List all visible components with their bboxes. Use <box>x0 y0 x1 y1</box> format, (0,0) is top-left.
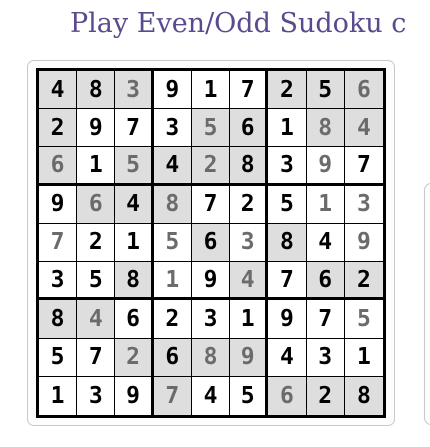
sudoku-cell-r6c1[interactable]: 3 <box>39 262 78 301</box>
sudoku-cell-r4c7[interactable]: 5 <box>268 185 307 224</box>
sudoku-cell-r9c2[interactable]: 3 <box>77 376 116 415</box>
sudoku-cell-r2c8[interactable]: 8 <box>306 109 345 148</box>
sudoku-cell-r2c3[interactable]: 7 <box>115 109 154 148</box>
sudoku-cell-r3c8[interactable]: 9 <box>306 147 345 186</box>
side-panel <box>424 183 430 425</box>
sudoku-cell-r3c4[interactable]: 4 <box>153 147 192 186</box>
sudoku-cell-r7c1[interactable]: 8 <box>39 300 78 339</box>
sudoku-cell-r9c7[interactable]: 6 <box>268 376 307 415</box>
sudoku-cell-r7c3[interactable]: 6 <box>115 300 154 339</box>
sudoku-cell-r9c3[interactable]: 9 <box>115 376 154 415</box>
sudoku-cell-r1c7[interactable]: 2 <box>268 71 307 110</box>
sudoku-cell-r2c1[interactable]: 2 <box>39 109 78 148</box>
sudoku-cell-r5c4[interactable]: 5 <box>153 223 192 263</box>
sudoku-cell-r6c6[interactable]: 4 <box>230 262 269 301</box>
sudoku-cell-r5c5[interactable]: 6 <box>191 223 231 263</box>
sudoku-cell-r5c6[interactable]: 3 <box>230 223 269 263</box>
sudoku-cell-r6c5[interactable]: 9 <box>191 262 231 301</box>
sudoku-cell-r8c5[interactable]: 8 <box>191 338 231 377</box>
sudoku-cell-r4c2[interactable]: 6 <box>77 185 116 224</box>
sudoku-cell-r3c7[interactable]: 3 <box>268 147 307 186</box>
sudoku-cell-r2c9[interactable]: 4 <box>344 109 383 148</box>
sudoku-cell-r2c2[interactable]: 9 <box>77 109 116 148</box>
sudoku-cell-r5c2[interactable]: 2 <box>77 223 116 263</box>
sudoku-cell-r7c4[interactable]: 2 <box>153 300 192 339</box>
sudoku-cell-r1c5[interactable]: 1 <box>191 71 231 110</box>
sudoku-cell-r7c5[interactable]: 3 <box>191 300 231 339</box>
sudoku-cell-r6c2[interactable]: 5 <box>77 262 116 301</box>
page-title: Play Even/Odd Sudoku c <box>70 8 407 39</box>
sudoku-cell-r6c7[interactable]: 7 <box>268 262 307 301</box>
sudoku-cell-r8c8[interactable]: 3 <box>306 338 345 377</box>
sudoku-cell-r1c3[interactable]: 3 <box>115 71 154 110</box>
sudoku-cell-r3c2[interactable]: 1 <box>77 147 116 186</box>
sudoku-cell-r6c4[interactable]: 1 <box>153 262 192 301</box>
sudoku-cell-r5c3[interactable]: 1 <box>115 223 154 263</box>
sudoku-cell-r8c9[interactable]: 1 <box>344 339 383 377</box>
sudoku-cell-r8c7[interactable]: 4 <box>268 338 307 377</box>
sudoku-cell-r2c6[interactable]: 6 <box>230 109 269 148</box>
sudoku-cell-r1c4[interactable]: 9 <box>153 71 192 110</box>
sudoku-cell-r3c3[interactable]: 5 <box>115 147 154 186</box>
sudoku-cell-r5c1[interactable]: 7 <box>39 223 78 263</box>
sudoku-cell-r9c9[interactable]: 8 <box>344 376 383 415</box>
sudoku-cell-r5c7[interactable]: 8 <box>268 223 307 263</box>
sudoku-cell-r4c3[interactable]: 4 <box>115 185 154 224</box>
sudoku-cell-r1c6[interactable]: 7 <box>230 71 269 110</box>
sudoku-cell-r1c8[interactable]: 5 <box>306 71 345 110</box>
sudoku-cell-r8c2[interactable]: 7 <box>77 338 116 377</box>
sudoku-cell-r4c8[interactable]: 1 <box>306 185 345 224</box>
sudoku-cell-r5c9[interactable]: 9 <box>344 224 383 263</box>
sudoku-cell-r4c1[interactable]: 9 <box>39 185 78 224</box>
sudoku-cell-r6c9[interactable]: 2 <box>344 262 383 301</box>
sudoku-cell-r8c4[interactable]: 6 <box>153 338 192 377</box>
sudoku-cell-r9c5[interactable]: 4 <box>192 376 231 415</box>
sudoku-cell-r3c6[interactable]: 8 <box>230 147 269 186</box>
sudoku-cell-r3c1[interactable]: 6 <box>39 147 78 186</box>
sudoku-cell-r4c5[interactable]: 7 <box>191 185 231 224</box>
sudoku-cell-r3c5[interactable]: 2 <box>191 147 231 186</box>
sudoku-cell-r6c8[interactable]: 6 <box>306 262 345 301</box>
sudoku-cell-r8c3[interactable]: 2 <box>115 338 154 377</box>
sudoku-cell-r2c5[interactable]: 5 <box>191 109 231 148</box>
sudoku-cell-r3c9[interactable]: 7 <box>344 147 383 186</box>
sudoku-cell-r2c7[interactable]: 1 <box>268 109 307 148</box>
sudoku-cell-r7c9[interactable]: 5 <box>344 300 383 339</box>
sudoku-cell-r8c1[interactable]: 5 <box>39 338 78 377</box>
sudoku-cell-r4c6[interactable]: 2 <box>230 185 269 224</box>
sudoku-cell-r7c7[interactable]: 9 <box>268 300 307 339</box>
sudoku-cell-r9c6[interactable]: 5 <box>230 376 269 415</box>
sudoku-cell-r2c4[interactable]: 3 <box>153 109 192 148</box>
sudoku-cell-r9c1[interactable]: 1 <box>39 376 78 415</box>
sudoku-cell-r9c8[interactable]: 2 <box>306 376 345 415</box>
sudoku-cell-r7c2[interactable]: 4 <box>77 300 116 339</box>
sudoku-cell-r1c1[interactable]: 4 <box>39 71 78 110</box>
sudoku-cell-r8c6[interactable]: 9 <box>230 338 269 377</box>
sudoku-cell-r4c9[interactable]: 3 <box>344 186 383 224</box>
sudoku-cell-r7c6[interactable]: 1 <box>230 300 269 339</box>
sudoku-cell-r1c2[interactable]: 8 <box>77 71 116 110</box>
sudoku-cell-r9c4[interactable]: 7 <box>153 376 192 415</box>
sudoku-cell-r4c4[interactable]: 8 <box>153 185 192 224</box>
sudoku-grid: 4839172562973561846154283979648725137215… <box>36 68 386 418</box>
sudoku-cell-r1c9[interactable]: 6 <box>344 71 383 110</box>
sudoku-cell-r6c3[interactable]: 8 <box>115 262 154 301</box>
sudoku-cell-r5c8[interactable]: 4 <box>306 223 345 263</box>
sudoku-cell-r7c8[interactable]: 7 <box>306 300 345 339</box>
